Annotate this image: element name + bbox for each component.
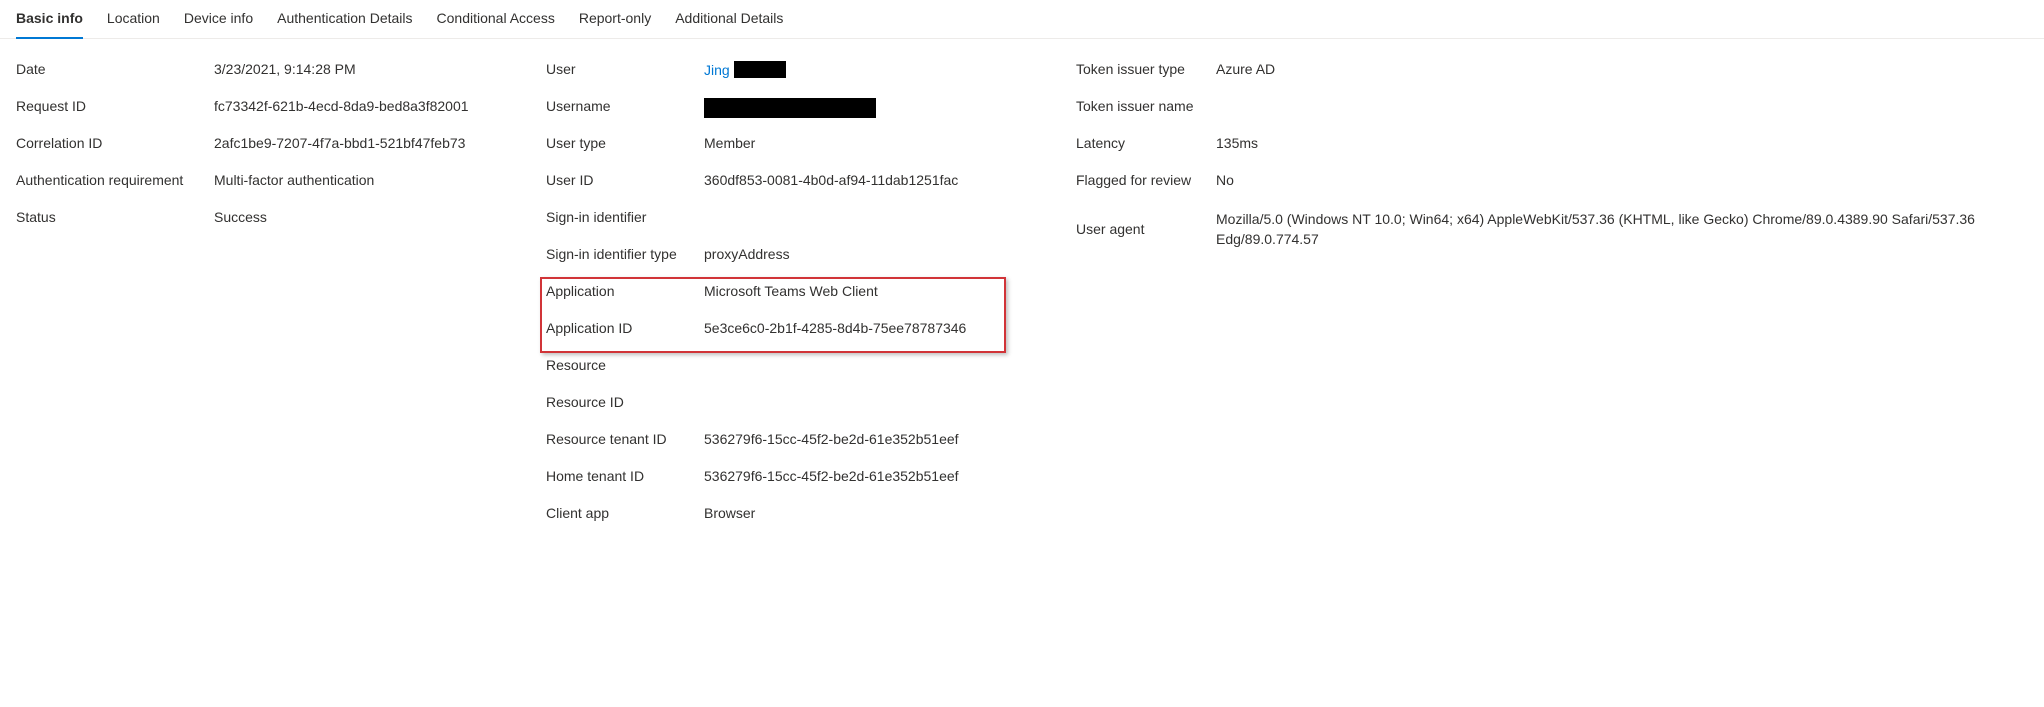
label-signin-identifier: Sign-in identifier [546,209,704,225]
column-2: User Jing Username User type Member User… [546,57,1036,538]
tabs-bar: Basic info Location Device info Authenti… [0,0,2044,39]
value-username [704,98,1036,118]
row-signin-identifier-type: Sign-in identifier type proxyAddress [546,242,1036,279]
row-resource: Resource [546,353,1036,390]
label-client-app: Client app [546,505,704,521]
label-latency: Latency [1076,135,1216,151]
label-resource-id: Resource ID [546,394,704,410]
label-correlation-id: Correlation ID [16,135,214,151]
tab-basic-info[interactable]: Basic info [16,0,83,38]
value-auth-requirement: Multi-factor authentication [214,172,506,188]
value-application: Microsoft Teams Web Client [704,283,1036,299]
value-status: Success [214,209,506,225]
row-user-agent: User agent Mozilla/5.0 (Windows NT 10.0;… [1076,205,2028,254]
value-request-id: fc73342f-621b-4ecd-8da9-bed8a3f82001 [214,98,506,114]
label-user-type: User type [546,135,704,151]
value-user-agent: Mozilla/5.0 (Windows NT 10.0; Win64; x64… [1216,209,2028,250]
row-client-app: Client app Browser [546,501,1036,538]
value-flagged: No [1216,172,2028,188]
value-signin-identifier-type: proxyAddress [704,246,1036,262]
label-flagged: Flagged for review [1076,172,1216,188]
tab-device-info[interactable]: Device info [184,0,253,38]
value-latency: 135ms [1216,135,2028,151]
label-token-issuer-name: Token issuer name [1076,98,1216,114]
row-flagged: Flagged for review No [1076,168,2028,205]
tab-location[interactable]: Location [107,0,160,38]
row-latency: Latency 135ms [1076,131,2028,168]
value-date: 3/23/2021, 9:14:28 PM [214,61,506,77]
value-application-id: 5e3ce6c0-2b1f-4285-8d4b-75ee78787346 [704,320,1036,336]
label-token-issuer-type: Token issuer type [1076,61,1216,77]
value-token-issuer-type: Azure AD [1216,61,2028,77]
label-auth-requirement: Authentication requirement [16,172,214,188]
tab-report-only[interactable]: Report-only [579,0,651,38]
row-resource-id: Resource ID [546,390,1036,427]
value-user-type: Member [704,135,1036,151]
column-1: Date 3/23/2021, 9:14:28 PM Request ID fc… [16,57,506,538]
row-signin-identifier: Sign-in identifier [546,205,1036,242]
row-resource-tenant-id: Resource tenant ID 536279f6-15cc-45f2-be… [546,427,1036,464]
label-status: Status [16,209,214,225]
label-request-id: Request ID [16,98,214,114]
redacted-user-lastname [734,61,786,78]
row-correlation-id: Correlation ID 2afc1be9-7207-4f7a-bbd1-5… [16,131,506,168]
tab-additional-details[interactable]: Additional Details [675,0,783,38]
details-content: Date 3/23/2021, 9:14:28 PM Request ID fc… [0,39,2044,556]
label-signin-identifier-type: Sign-in identifier type [546,246,704,262]
column-3: Token issuer type Azure AD Token issuer … [1076,57,2028,538]
label-user: User [546,61,704,77]
label-username: Username [546,98,704,114]
row-user-id: User ID 360df853-0081-4b0d-af94-11dab125… [546,168,1036,205]
redacted-username [704,98,876,118]
value-resource-tenant-id: 536279f6-15cc-45f2-be2d-61e352b51eef [704,431,1036,447]
row-date: Date 3/23/2021, 9:14:28 PM [16,57,506,94]
row-token-issuer-name: Token issuer name [1076,94,2028,131]
row-auth-requirement: Authentication requirement Multi-factor … [16,168,506,205]
value-correlation-id: 2afc1be9-7207-4f7a-bbd1-521bf47feb73 [214,135,506,151]
tab-authentication-details[interactable]: Authentication Details [277,0,412,38]
label-user-agent: User agent [1076,221,1216,237]
row-home-tenant-id: Home tenant ID 536279f6-15cc-45f2-be2d-6… [546,464,1036,501]
row-token-issuer-type: Token issuer type Azure AD [1076,57,2028,94]
row-username: Username [546,94,1036,131]
value-user: Jing [704,61,1036,78]
value-client-app: Browser [704,505,1036,521]
label-resource: Resource [546,357,704,373]
value-user-id: 360df853-0081-4b0d-af94-11dab1251fac [704,172,1036,188]
label-date: Date [16,61,214,77]
row-request-id: Request ID fc73342f-621b-4ecd-8da9-bed8a… [16,94,506,131]
row-application: Application Microsoft Teams Web Client [546,279,1036,316]
label-home-tenant-id: Home tenant ID [546,468,704,484]
label-resource-tenant-id: Resource tenant ID [546,431,704,447]
row-status: Status Success [16,205,506,242]
value-home-tenant-id: 536279f6-15cc-45f2-be2d-61e352b51eef [704,468,1036,484]
label-application-id: Application ID [546,320,704,336]
row-user: User Jing [546,57,1036,94]
row-application-id: Application ID 5e3ce6c0-2b1f-4285-8d4b-7… [546,316,1036,353]
label-application: Application [546,283,704,299]
tab-conditional-access[interactable]: Conditional Access [437,0,555,38]
user-link[interactable]: Jing [704,62,730,78]
label-user-id: User ID [546,172,704,188]
row-user-type: User type Member [546,131,1036,168]
